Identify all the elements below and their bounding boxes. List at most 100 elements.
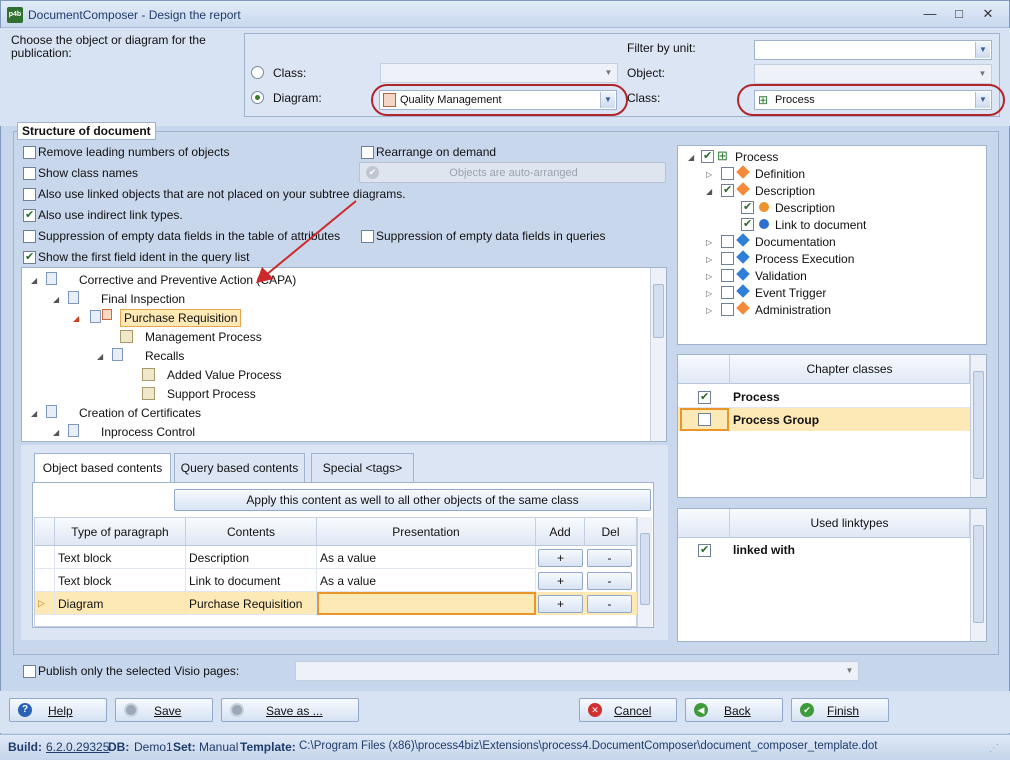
attr-node[interactable]: Description [755,184,815,198]
linktypes-scrollbar[interactable] [970,509,986,641]
attr-node[interactable]: Process [735,150,778,164]
maximize-icon[interactable]: □ [948,6,970,24]
collapse-icon[interactable]: ◢ [706,187,712,196]
tree-node-selected[interactable]: Purchase Requisition [120,309,242,327]
auto-arrange-button[interactable]: ✔ Objects are auto-arranged [359,162,666,183]
expand-icon[interactable]: ▷ [706,272,712,281]
cell-type[interactable]: Diagram [55,592,186,615]
close-icon[interactable]: ✕ [977,6,999,24]
scroll-thumb[interactable] [973,525,984,623]
visio-pages-select[interactable]: ▼ [295,661,859,681]
apply-all-button[interactable]: Apply this content as well to all other … [174,489,651,511]
delete-row-button[interactable]: - [587,595,632,613]
attr-node[interactable]: Validation [755,269,807,283]
delete-row-button[interactable]: - [587,572,632,590]
expand-icon[interactable]: ▷ [706,255,712,264]
add-row-button[interactable]: + [538,549,583,567]
diagram-radio[interactable] [251,91,264,104]
add-row-button[interactable]: + [538,595,583,613]
tree-node[interactable]: Creation of Certificates [79,406,201,420]
scroll-thumb[interactable] [653,284,664,338]
attr-checkbox[interactable] [701,149,714,163]
cell-type[interactable]: Text block [55,569,186,592]
collapse-icon[interactable]: ◢ [31,409,37,418]
collapse-icon[interactable]: ◢ [73,314,79,323]
collapse-icon[interactable]: ◢ [688,153,694,162]
attr-node[interactable]: Process Execution [755,252,854,266]
option-checkbox[interactable] [23,146,36,159]
attr-node[interactable]: Documentation [755,235,836,249]
finish-button[interactable]: ✔ Finish [791,698,889,722]
collapse-icon[interactable]: ◢ [31,276,37,285]
collapse-icon[interactable]: ◢ [53,428,59,437]
expand-icon[interactable]: ▷ [706,289,712,298]
cell-contents[interactable]: Description [186,546,317,569]
back-button[interactable]: ◀ Back [685,698,783,722]
chapter-scrollbar[interactable] [970,355,986,497]
collapse-icon[interactable]: ◢ [53,295,59,304]
scroll-thumb[interactable] [973,371,984,479]
grid-scrollbar[interactable] [637,517,652,627]
attr-checkbox[interactable] [741,217,754,231]
attr-checkbox[interactable] [721,235,734,248]
object-select[interactable]: ▼ [754,64,992,84]
rearrange-checkbox[interactable] [361,146,374,159]
collapse-icon[interactable]: ◢ [97,352,103,361]
save-button[interactable]: Save [115,698,213,722]
attr-checkbox[interactable] [721,252,734,265]
tree-scrollbar[interactable] [650,268,666,441]
attr-checkbox[interactable] [721,286,734,299]
tree-node[interactable]: Support Process [167,387,256,401]
save-as-button[interactable]: Save as ... [221,698,359,722]
attr-node[interactable]: Description [775,201,835,215]
expand-icon[interactable]: ▷ [706,170,712,179]
help-button[interactable]: ? Help [9,698,107,722]
tab-object-based[interactable]: Object based contents [34,453,171,483]
tree-node[interactable]: Management Process [145,330,262,344]
tree-node[interactable]: Final Inspection [101,292,185,306]
option-checkbox[interactable] [23,167,36,180]
attr-node[interactable]: Definition [755,167,805,181]
cell-presentation[interactable]: As a value [317,569,536,592]
tab-special-tags[interactable]: Special <tags> [311,453,414,483]
attr-checkbox[interactable] [721,303,734,316]
attr-checkbox[interactable] [721,183,734,197]
tab-query-based[interactable]: Query based contents [174,453,305,483]
linktype-checkbox[interactable] [698,543,711,557]
chapter-checkbox[interactable] [698,413,711,426]
attr-node[interactable]: Link to document [775,218,866,232]
filter-unit-select[interactable]: ▼ [754,40,992,60]
attr-node[interactable]: Event Trigger [755,286,826,300]
class-radio[interactable] [251,66,264,79]
cell-presentation[interactable]: As a value [317,546,536,569]
attr-checkbox[interactable] [741,200,754,214]
cancel-button[interactable]: ✕ Cancel [579,698,677,722]
tree-node[interactable]: Recalls [145,349,184,363]
attr-checkbox[interactable] [721,167,734,180]
cell-presentation-editing[interactable] [317,592,536,615]
publish-visio-checkbox[interactable] [23,665,36,678]
option-label: Also use indirect link types. [38,208,183,222]
cell-type[interactable]: Text block [55,546,186,569]
build-link[interactable]: 6.2.0.29325 [46,740,109,754]
tree-node[interactable]: Inprocess Control [101,425,195,439]
option-checkbox[interactable] [23,250,36,264]
attr-node[interactable]: Administration [755,303,831,317]
add-row-button[interactable]: + [538,572,583,590]
expand-icon[interactable]: ▷ [706,238,712,247]
option-checkbox[interactable] [23,208,36,222]
minimize-icon[interactable]: — [919,6,941,24]
grid-corner [678,355,730,384]
cell-contents[interactable]: Purchase Requisition [186,592,317,615]
option-checkbox[interactable] [23,230,36,243]
option-checkbox[interactable] [23,188,36,201]
chapter-checkbox[interactable] [698,390,711,404]
delete-row-button[interactable]: - [587,549,632,567]
attr-checkbox[interactable] [721,269,734,282]
tree-node[interactable]: Added Value Process [167,368,282,382]
cell-contents[interactable]: Link to document [186,569,317,592]
resize-grip-icon[interactable]: ⋰ [989,743,999,754]
class-select[interactable]: ▼ [380,63,618,83]
expand-icon[interactable]: ▷ [706,306,712,315]
scroll-thumb[interactable] [640,533,650,605]
